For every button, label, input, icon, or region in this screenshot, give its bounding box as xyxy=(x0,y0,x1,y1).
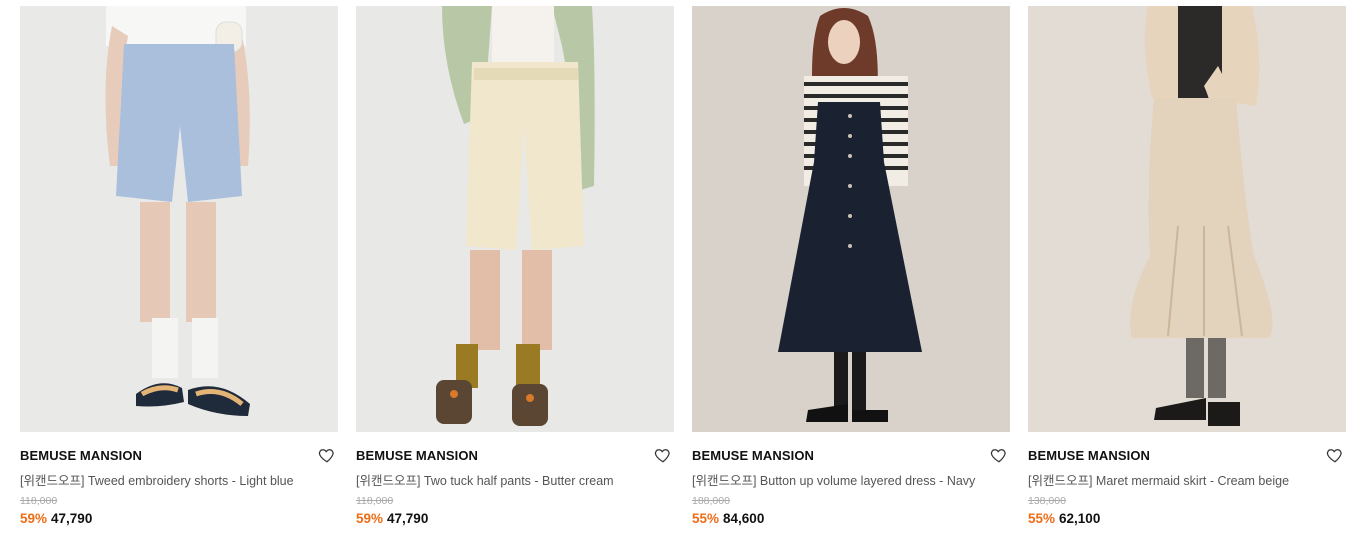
discount-rate: 59% xyxy=(20,511,48,526)
discount-rate: 55% xyxy=(692,511,720,526)
discount-rate: 55% xyxy=(1028,511,1056,526)
price-row: 59% 47,790 xyxy=(20,511,92,526)
sale-price: 62,100 xyxy=(1059,511,1101,526)
original-price: 138,000 xyxy=(1028,495,1066,507)
original-price: 118,000 xyxy=(20,495,58,507)
product-image[interactable] xyxy=(692,6,1010,432)
product-title[interactable]: [위캔드오프] Maret mermaid skirt - Cream beig… xyxy=(1028,470,1289,489)
product-image[interactable] xyxy=(356,6,674,432)
price-row: 55% 84,600 xyxy=(692,511,764,526)
brand-row: BEMUSE MANSION xyxy=(692,446,1010,464)
product-image[interactable] xyxy=(1028,6,1346,432)
product-title[interactable]: [위캔드오프] Button up volume layered dress -… xyxy=(692,470,975,489)
product-card[interactable]: BEMUSE MANSION [위캔드오프] Tweed embroidery … xyxy=(20,6,338,538)
product-card[interactable]: BEMUSE MANSION [위캔드오프] Button up volume … xyxy=(692,6,1010,538)
sale-price: 47,790 xyxy=(387,511,429,526)
product-card[interactable]: BEMUSE MANSION [위캔드오프] Two tuck half pan… xyxy=(356,6,674,538)
brand-row: BEMUSE MANSION xyxy=(356,446,674,464)
heart-outline-icon[interactable] xyxy=(318,446,336,464)
heart-outline-icon[interactable] xyxy=(1326,446,1344,464)
original-price: 188,000 xyxy=(692,495,730,507)
brand-name[interactable]: BEMUSE MANSION xyxy=(1028,448,1150,463)
heart-outline-icon[interactable] xyxy=(654,446,672,464)
brand-name[interactable]: BEMUSE MANSION xyxy=(692,448,814,463)
price-row: 55% 62,100 xyxy=(1028,511,1100,526)
product-image[interactable] xyxy=(20,6,338,432)
sale-price: 84,600 xyxy=(723,511,765,526)
original-price: 118,000 xyxy=(356,495,394,507)
heart-outline-icon[interactable] xyxy=(990,446,1008,464)
product-grid: BEMUSE MANSION [위캔드오프] Tweed embroidery … xyxy=(0,0,1352,538)
product-title[interactable]: [위캔드오프] Two tuck half pants - Butter cre… xyxy=(356,470,614,489)
brand-row: BEMUSE MANSION xyxy=(20,446,338,464)
price-row: 59% 47,790 xyxy=(356,511,428,526)
product-card[interactable]: BEMUSE MANSION [위캔드오프] Maret mermaid ski… xyxy=(1028,6,1346,538)
brand-row: BEMUSE MANSION xyxy=(1028,446,1346,464)
sale-price: 47,790 xyxy=(51,511,93,526)
brand-name[interactable]: BEMUSE MANSION xyxy=(20,448,142,463)
discount-rate: 59% xyxy=(356,511,384,526)
brand-name[interactable]: BEMUSE MANSION xyxy=(356,448,478,463)
product-title[interactable]: [위캔드오프] Tweed embroidery shorts - Light … xyxy=(20,470,294,489)
